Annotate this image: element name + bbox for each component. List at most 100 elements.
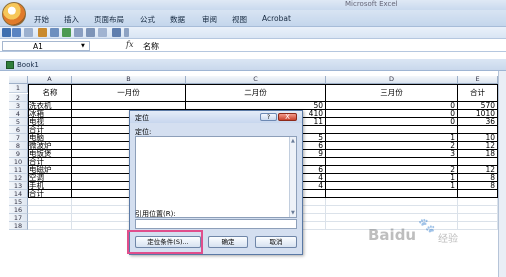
column-header[interactable]: C <box>186 76 326 84</box>
cancel-button[interactable]: 取消 <box>255 236 297 248</box>
table-cell[interactable]: 18 <box>458 150 498 158</box>
tab-acrobat[interactable]: Acrobat <box>262 14 291 23</box>
empty-cell[interactable] <box>28 198 72 206</box>
table-cell[interactable]: 0 <box>326 118 458 126</box>
customize-icon[interactable] <box>124 28 129 37</box>
ok-button[interactable]: 确定 <box>208 236 248 248</box>
table-cell[interactable]: 8 <box>458 182 498 190</box>
print-icon[interactable] <box>50 28 59 37</box>
office-button[interactable] <box>2 2 26 26</box>
row-header[interactable]: 13 <box>9 182 28 190</box>
formula-input[interactable]: 名称 <box>143 41 159 52</box>
row-header[interactable]: 5 <box>9 118 28 126</box>
table-cell[interactable]: 合计 <box>28 126 72 134</box>
goto-list[interactable]: ▲ ▼ <box>135 136 297 218</box>
vertical-scrollbar[interactable] <box>498 71 506 277</box>
table-cell[interactable]: 电脑 <box>28 134 72 142</box>
empty-cell[interactable] <box>28 214 72 222</box>
preview-icon[interactable] <box>62 28 71 37</box>
empty-cell[interactable] <box>458 206 498 214</box>
table-header-cell[interactable]: 二月份 <box>186 84 326 102</box>
row-header[interactable]: 1 <box>9 84 28 93</box>
table-cell[interactable]: 1 <box>326 174 458 182</box>
row-header[interactable]: 15 <box>9 198 28 206</box>
table-icon[interactable] <box>98 28 107 37</box>
table-cell[interactable] <box>458 190 498 198</box>
column-header[interactable]: A <box>28 76 72 84</box>
arrow-up-icon[interactable]: ▲ <box>291 138 295 144</box>
table-cell[interactable]: 2 <box>326 142 458 150</box>
tab-view[interactable]: 视图 <box>232 14 247 25</box>
table-cell[interactable]: 12 <box>458 166 498 174</box>
format-icon[interactable] <box>86 28 95 37</box>
reference-input[interactable] <box>135 219 297 229</box>
empty-cell[interactable] <box>326 206 458 214</box>
table-cell[interactable] <box>72 102 186 110</box>
row-header[interactable]: 14 <box>9 190 28 198</box>
table-cell[interactable]: 3 <box>326 150 458 158</box>
empty-cell[interactable] <box>458 222 498 230</box>
table-header-cell[interactable]: 一月份 <box>72 84 186 102</box>
table-header-cell[interactable]: 三月份 <box>326 84 458 102</box>
row-header[interactable]: 18 <box>9 222 28 230</box>
table-cell[interactable] <box>458 158 498 166</box>
tab-formulas[interactable]: 公式 <box>140 14 155 25</box>
table-cell[interactable]: 10 <box>458 134 498 142</box>
row-header[interactable]: 6 <box>9 126 28 134</box>
table-cell[interactable]: 1 <box>326 182 458 190</box>
row-header[interactable]: 16 <box>9 206 28 214</box>
table-cell[interactable]: 12 <box>458 142 498 150</box>
table-cell[interactable]: 合计 <box>28 190 72 198</box>
column-header[interactable]: D <box>326 76 458 84</box>
empty-cell[interactable] <box>458 198 498 206</box>
fx-icon[interactable]: fx <box>126 40 133 49</box>
tab-data[interactable]: 数据 <box>170 14 185 25</box>
row-header[interactable]: 3 <box>9 102 28 110</box>
table-cell[interactable]: 电磁炉 <box>28 166 72 174</box>
table-cell[interactable]: 电饭煲 <box>28 150 72 158</box>
table-cell[interactable] <box>458 126 498 134</box>
table-cell[interactable]: 36 <box>458 118 498 126</box>
row-header[interactable]: 4 <box>9 110 28 118</box>
undo-icon[interactable] <box>12 28 21 37</box>
empty-cell[interactable] <box>326 214 458 222</box>
chevron-down-icon[interactable]: ▼ <box>81 43 85 49</box>
row-header[interactable]: 9 <box>9 150 28 158</box>
name-box[interactable]: A1 <box>2 41 90 51</box>
table-cell[interactable] <box>326 126 458 134</box>
row-header[interactable]: 11 <box>9 166 28 174</box>
tab-insert[interactable]: 插入 <box>64 14 79 25</box>
list-scrollbar[interactable]: ▲ ▼ <box>289 137 296 217</box>
close-button[interactable]: X <box>278 113 297 121</box>
row-header[interactable]: 17 <box>9 214 28 222</box>
column-header[interactable]: E <box>458 76 498 84</box>
arrow-down-icon[interactable]: ▼ <box>291 210 295 216</box>
empty-cell[interactable] <box>28 206 72 214</box>
table-header-cell[interactable]: 名称 <box>28 84 72 102</box>
row-header[interactable]: 7 <box>9 134 28 142</box>
redo-icon[interactable] <box>24 28 33 37</box>
column-header[interactable]: B <box>72 76 186 84</box>
table-cell[interactable] <box>326 190 458 198</box>
table-cell[interactable]: 电视 <box>28 118 72 126</box>
row-header[interactable]: 10 <box>9 158 28 166</box>
table-cell[interactable]: 合计 <box>28 158 72 166</box>
table-cell[interactable]: 0 <box>326 110 458 118</box>
empty-cell[interactable] <box>28 222 72 230</box>
tab-review[interactable]: 审阅 <box>202 14 217 25</box>
table-cell[interactable]: 洗衣机 <box>28 102 72 110</box>
open-icon[interactable] <box>38 28 47 37</box>
tab-home[interactable]: 开始 <box>34 14 49 25</box>
tab-page-layout[interactable]: 页面布局 <box>94 14 124 25</box>
row-header[interactable]: 2 <box>9 94 28 102</box>
table-header-cell[interactable]: 合计 <box>458 84 498 102</box>
table-cell[interactable] <box>326 158 458 166</box>
dialog-title-bar[interactable]: 定位 ? X <box>130 111 302 123</box>
table-cell[interactable]: 冰箱 <box>28 110 72 118</box>
table-cell[interactable]: 570 <box>458 102 498 110</box>
table-cell[interactable]: 1010 <box>458 110 498 118</box>
table-cell[interactable]: 2 <box>326 166 458 174</box>
table-cell[interactable]: 8 <box>458 174 498 182</box>
table-cell[interactable]: 0 <box>326 102 458 110</box>
spellcheck-icon[interactable] <box>74 28 83 37</box>
